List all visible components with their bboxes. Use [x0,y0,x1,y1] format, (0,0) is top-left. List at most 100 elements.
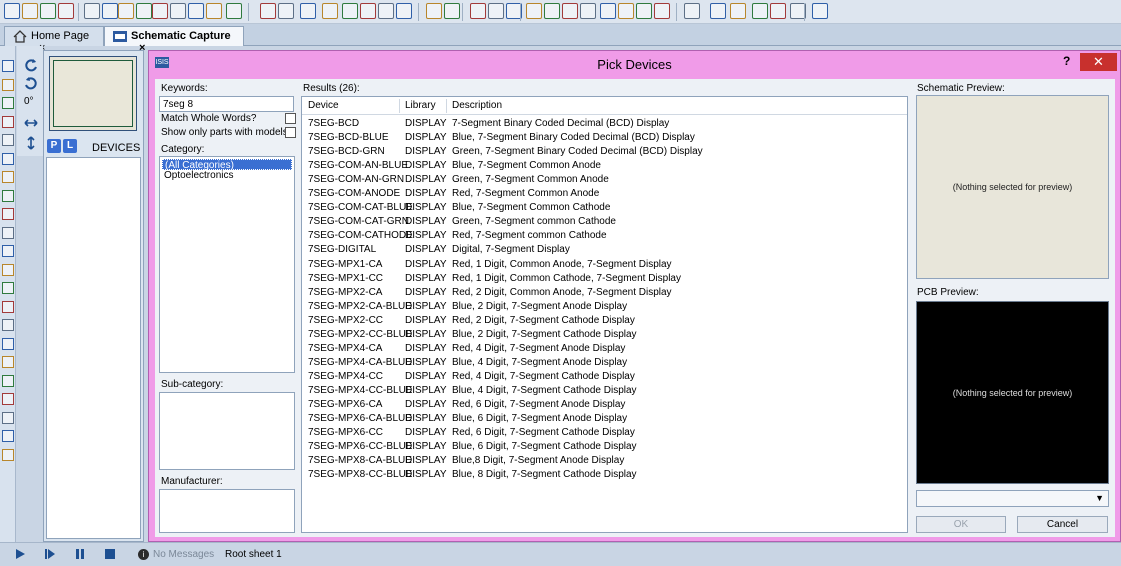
mirror-vertical-icon[interactable] [26,136,36,150]
toolbar-button[interactable] [170,3,186,19]
toolbar-button[interactable] [580,3,596,19]
close-button[interactable]: ✕ [1080,53,1117,71]
mode-tool-button[interactable] [2,152,14,165]
mode-tool-button[interactable] [2,245,14,257]
match-whole-words-checkbox[interactable] [285,113,296,124]
toolbar-button[interactable] [226,3,242,19]
toolbar-button[interactable] [40,3,56,19]
mode-tool-button[interactable] [2,97,14,109]
mode-tool-button[interactable] [2,115,14,128]
mode-tool-button[interactable] [2,263,14,276]
toolbar-button[interactable] [444,3,460,19]
tab-schematic-capture[interactable]: Schematic Capture × [104,26,244,54]
ok-button[interactable]: OK [916,516,1006,533]
table-row[interactable]: 7SEG-MPX1-CC DISPLAY Red, 1 Digit, Common … [302,272,907,286]
column-device[interactable]: Device [308,100,339,111]
toolbar-button[interactable] [470,3,486,19]
mode-tool-button[interactable] [2,393,14,405]
table-row[interactable]: 7SEG-MPX1-CA DISPLAY Red, 1 Digit, Common … [302,258,907,272]
table-row[interactable]: 7SEG-COM-ANODE DISPLAY Red, 7-Segment Comm… [302,187,907,201]
overview-window[interactable] [49,56,137,131]
dialog-title-bar[interactable]: ISIS Pick Devices ? ✕ [149,51,1120,75]
toolbar-button[interactable] [322,3,338,19]
toolbar-button[interactable] [752,3,768,19]
mode-tool-button[interactable] [2,60,14,72]
mode-tool-button[interactable] [2,189,14,202]
table-row[interactable]: 7SEG-MPX4-CC-BLUE DISPLAY Blue, 4 Digit, 7… [302,384,907,398]
table-row[interactable]: 7SEG-BCD DISPLAY 7-Segment Binary Coded De… [302,117,907,131]
table-row[interactable]: 7SEG-MPX2-CA-BLUE DISPLAY Blue, 2 Digit, 7… [302,300,907,314]
toolbar-button[interactable] [188,3,204,19]
table-row[interactable]: 7SEG-COM-CATHODE DISPLAY Red, 7-Segment co… [302,229,907,243]
rotate-cw-icon[interactable] [24,58,38,72]
table-row[interactable]: 7SEG-BCD-BLUE DISPLAY Blue, 7-Segment Bina… [302,131,907,145]
toolbar-button[interactable] [4,3,20,19]
toolbar-button[interactable] [102,3,118,19]
toolbar-button[interactable] [300,3,316,19]
toolbar-button[interactable] [152,3,168,19]
tab-home-page[interactable]: Home Page × [4,26,104,54]
mode-tool-button[interactable] [2,171,14,183]
table-row[interactable]: 7SEG-MPX2-CC-BLUE DISPLAY Blue, 2 Digit, 7… [302,328,907,342]
subcategory-list[interactable] [159,392,295,470]
toolbar-button[interactable] [684,3,700,19]
toolbar-button[interactable] [58,3,74,19]
mode-tool-button[interactable] [2,226,14,239]
mode-tool-button[interactable] [2,430,14,442]
table-row[interactable]: 7SEG-COM-CAT-BLUE DISPLAY Blue, 7-Segment … [302,201,907,215]
toolbar-button[interactable] [730,3,746,19]
table-row[interactable]: 7SEG-MPX6-CC DISPLAY Red, 6 Digit, 7-Segme… [302,426,907,440]
toolbar-button[interactable] [426,3,442,19]
only-models-checkbox[interactable] [285,127,296,138]
rotate-ccw-icon[interactable] [24,76,38,90]
column-description[interactable]: Description [452,100,502,111]
mode-tool-button[interactable] [2,319,14,331]
mode-tool-button[interactable] [2,134,14,146]
table-row[interactable]: 7SEG-COM-AN-BLUE DISPLAY Blue, 7-Segment C… [302,159,907,173]
stop-icon[interactable] [104,548,116,560]
category-item-optoelectronics[interactable]: Optoelectronics [162,170,292,181]
mode-tool-button[interactable] [2,208,14,220]
keywords-input[interactable]: 7seg 8 [159,96,294,112]
device-list[interactable] [46,157,141,539]
mode-tool-button[interactable] [2,300,14,313]
results-table[interactable]: Device Library Description 7SEG-BCD DISPL… [301,96,908,533]
toolbar-button[interactable] [260,3,276,19]
toolbar-button[interactable] [136,3,152,19]
category-item-all[interactable]: (All Categories) [162,159,292,171]
toolbar-button[interactable] [360,3,376,19]
category-list[interactable]: (All Categories) Optoelectronics [159,156,295,373]
toolbar-button[interactable] [526,3,542,19]
table-row[interactable]: 7SEG-MPX6-CA DISPLAY Red, 6 Digit, 7-Segme… [302,398,907,412]
mode-tool-button[interactable] [2,411,14,424]
cancel-button[interactable]: Cancel [1017,516,1108,533]
library-manager-button[interactable]: L [63,139,77,153]
toolbar-button[interactable] [562,3,578,19]
toolbar-button[interactable] [378,3,394,19]
toolbar-button[interactable] [710,3,726,19]
toolbar-button[interactable] [342,3,358,19]
toolbar-button[interactable] [618,3,634,19]
message-status[interactable]: i No Messages [138,549,214,560]
toolbar-button[interactable] [206,3,222,19]
table-row[interactable]: 7SEG-COM-CAT-GRN DISPLAY Green, 7-Segment … [302,215,907,229]
toolbar-button[interactable] [600,3,616,19]
column-library[interactable]: Library [405,100,436,111]
help-button[interactable]: ? [1063,54,1070,68]
toolbar-button[interactable] [488,3,504,19]
toolbar-button[interactable] [770,3,786,19]
pick-device-button[interactable]: P [47,139,61,153]
toolbar-button[interactable] [84,3,100,19]
toolbar-button[interactable] [812,3,828,19]
mode-tool-button[interactable] [2,356,14,368]
table-row[interactable]: 7SEG-MPX8-CC-BLUE DISPLAY Blue, 8 Digit, 7… [302,468,907,482]
mode-tool-button[interactable] [2,282,14,294]
table-row[interactable]: 7SEG-MPX6-CC-BLUE DISPLAY Blue, 6 Digit, 7… [302,440,907,454]
mode-tool-button[interactable] [2,78,14,91]
play-icon[interactable] [14,548,26,560]
table-row[interactable]: 7SEG-DIGITAL DISPLAY Digital, 7-Segment Di… [302,243,907,257]
manufacturer-list[interactable] [159,489,295,533]
mode-tool-button[interactable] [2,337,14,350]
toolbar-button[interactable] [636,3,652,19]
table-row[interactable]: 7SEG-MPX2-CC DISPLAY Red, 2 Digit, 7-Segme… [302,314,907,328]
